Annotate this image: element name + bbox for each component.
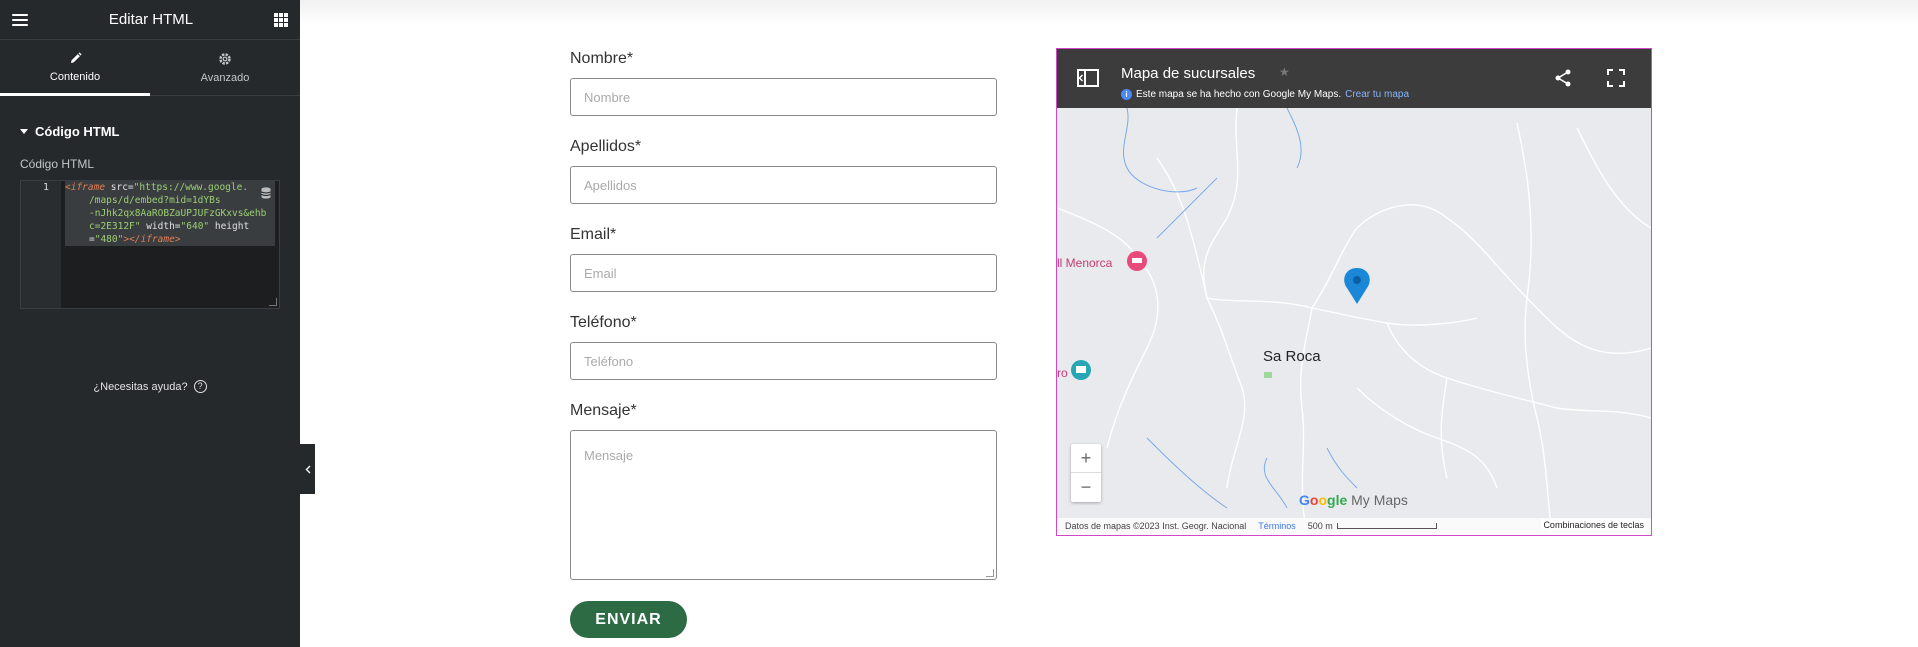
share-icon[interactable]: [1555, 69, 1571, 87]
scale-bar: 500 m: [1308, 521, 1437, 531]
section-toggle[interactable]: Código HTML: [0, 96, 300, 157]
scale-label: 500 m: [1307, 521, 1333, 531]
map-subtitle-text: Este mapa se ha hecho con Google My Maps…: [1136, 89, 1342, 100]
help-label: ¿Necesitas ayuda?: [93, 380, 188, 393]
code-token: height: [209, 221, 250, 232]
gear-icon: [219, 52, 231, 65]
legend-toggle-icon[interactable]: [1077, 69, 1099, 87]
email-label: Email*: [570, 226, 617, 243]
map-canvas[interactable]: ll Menorca Sa Roca ro + − Google My Maps…: [1057, 108, 1651, 534]
tab-label: Avanzado: [200, 71, 250, 84]
panel-tabs: Contenido Avanzado: [0, 40, 300, 96]
email-input[interactable]: Email: [570, 254, 997, 292]
google-my-maps-logo: Google My Maps: [1299, 492, 1408, 508]
map-roads: [1057, 108, 1651, 534]
tab-avanzado[interactable]: Avanzado: [150, 40, 300, 95]
panel-header: Editar HTML: [0, 0, 300, 40]
mensaje-label: Mensaje*: [570, 402, 637, 419]
attribution-text: Datos de mapas ©2023 Inst. Geogr. Nacion…: [1065, 521, 1247, 531]
logo-part: o: [1318, 492, 1328, 508]
tab-label: Contenido: [49, 71, 101, 83]
section-title: Código HTML: [35, 124, 120, 139]
zoom-in-button[interactable]: +: [1071, 444, 1101, 473]
code-token: width=: [140, 221, 181, 232]
help-icon: ?: [193, 380, 207, 393]
map-header: Mapa de sucursales ★ i Este mapa se ha h…: [1057, 49, 1651, 108]
contact-form: Nombre* Nombre Apellidos* Apellidos Emai…: [570, 50, 997, 638]
code-token: src=: [105, 182, 134, 193]
line-number: 1: [21, 181, 61, 308]
database-icon[interactable]: [261, 187, 271, 199]
nombre-input[interactable]: Nombre: [570, 78, 997, 116]
apps-grid-icon[interactable]: [274, 12, 288, 27]
tab-contenido[interactable]: Contenido: [0, 40, 150, 96]
map-subtitle: i Este mapa se ha hecho con Google My Ma…: [1121, 89, 1409, 100]
place-label-hotel[interactable]: ll Menorca: [1057, 256, 1112, 270]
create-map-link[interactable]: Crear tu mapa: [1345, 89, 1409, 100]
code-token: <iframe: [65, 182, 106, 193]
telefono-label: Teléfono*: [570, 314, 637, 331]
fullscreen-icon[interactable]: [1607, 69, 1625, 87]
resize-handle[interactable]: [269, 298, 277, 306]
enviar-button[interactable]: ENVIAR: [570, 601, 687, 638]
star-icon[interactable]: ★: [1279, 65, 1290, 79]
nombre-label: Nombre*: [570, 50, 634, 67]
code-token: -nJhk2qx8AaROBZaUPJUFzGKxvs&ehb: [89, 208, 267, 219]
pencil-icon: [70, 52, 82, 63]
map-embed[interactable]: Mapa de sucursales ★ i Este mapa se ha h…: [1056, 48, 1652, 536]
terms-link[interactable]: Términos: [1258, 521, 1296, 531]
logo-part: G: [1299, 492, 1310, 508]
apellidos-input[interactable]: Apellidos: [570, 166, 997, 204]
scale-line: [1336, 523, 1437, 529]
collapse-panel-button[interactable]: [300, 444, 315, 494]
apellidos-label: Apellidos*: [570, 138, 642, 155]
zoom-control: + −: [1071, 444, 1101, 502]
html-code-editor[interactable]: 1 <iframe src="https://www.google. /maps…: [20, 180, 280, 309]
logo-part: gle: [1327, 492, 1348, 508]
telefono-input[interactable]: Teléfono: [570, 342, 997, 380]
caret-down-icon: [20, 129, 28, 134]
mensaje-textarea[interactable]: Mensaje: [570, 430, 997, 580]
place-label-ro[interactable]: ro: [1057, 366, 1068, 380]
map-title: Mapa de sucursales: [1121, 65, 1256, 82]
keyboard-shortcuts-link[interactable]: Combinaciones de teclas: [1541, 519, 1646, 531]
code-line: <iframe src="https://www.google. /maps/d…: [65, 181, 275, 246]
panel-title: Editar HTML: [108, 11, 194, 28]
code-token: ></iframe>: [123, 234, 181, 245]
code-token: "640": [180, 221, 210, 232]
code-content[interactable]: <iframe src="https://www.google. /maps/d…: [61, 181, 279, 308]
canvas-top-shadow: [300, 0, 1918, 26]
info-icon: i: [1121, 89, 1132, 100]
code-token: c=2E312F": [89, 221, 141, 232]
place-label-town: Sa Roca: [1263, 348, 1321, 365]
code-token: "https://www.google.: [133, 182, 249, 193]
menu-icon[interactable]: [12, 13, 28, 26]
help-link[interactable]: ¿Necesitas ayuda? ?: [0, 380, 300, 393]
code-token: "480": [94, 234, 124, 245]
field-label: Código HTML: [20, 157, 95, 171]
code-token: /maps/d/embed?mid=1dYBs: [89, 195, 221, 206]
chevron-left-icon: [305, 465, 310, 473]
editor-panel: Editar HTML Contenido Avanzado Código HT…: [0, 0, 300, 647]
logo-part: My Maps: [1347, 492, 1408, 508]
zoom-out-button[interactable]: −: [1071, 473, 1101, 502]
